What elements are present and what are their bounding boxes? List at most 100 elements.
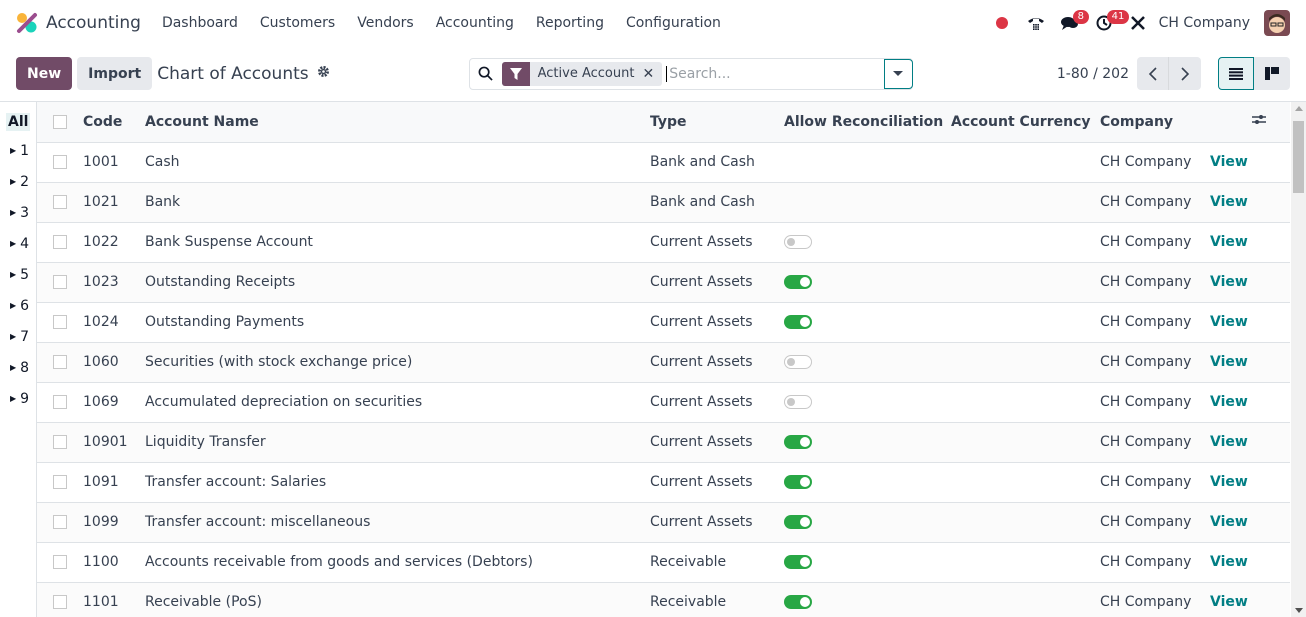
optional-columns-toggle-icon[interactable] <box>1252 113 1266 126</box>
row-checkbox[interactable] <box>53 235 67 249</box>
search-panel-group[interactable]: ▶ 6 <box>10 290 36 321</box>
remove-facet-close-icon[interactable]: ✕ <box>642 66 662 82</box>
view-button[interactable]: View <box>1210 554 1248 570</box>
search-panel-group[interactable]: ▶ 7 <box>10 321 36 352</box>
allow-reconciliation-toggle[interactable] <box>784 395 812 409</box>
vertical-scrollbar[interactable] <box>1291 102 1306 617</box>
column-header-account-name[interactable]: Account Name <box>145 102 650 143</box>
status-dot-icon[interactable] <box>985 8 1019 38</box>
menu-customers[interactable]: Customers <box>260 15 335 31</box>
menu-accounting[interactable]: Accounting <box>436 15 514 31</box>
view-button[interactable]: View <box>1210 314 1248 330</box>
row-checkbox[interactable] <box>53 395 67 409</box>
view-button[interactable]: View <box>1210 274 1248 290</box>
allow-reconciliation-toggle[interactable] <box>784 315 812 329</box>
table-row[interactable]: 1069 Accumulated depreciation on securiti… <box>37 382 1290 423</box>
cell-allow-reconciliation <box>784 142 951 183</box>
row-checkbox[interactable] <box>53 435 67 449</box>
view-button[interactable]: View <box>1210 154 1248 170</box>
pager-previous-button[interactable] <box>1137 57 1169 90</box>
app-brand[interactable]: Accounting <box>16 12 141 34</box>
table-row[interactable]: 1021 Bank Bank and Cash CH Company View <box>37 182 1290 223</box>
table-row[interactable]: 1101 Receivable (PoS) Receivable CH Company… <box>37 582 1290 617</box>
view-button[interactable]: View <box>1210 474 1248 490</box>
view-button[interactable]: View <box>1210 394 1248 410</box>
row-checkbox[interactable] <box>53 315 67 329</box>
select-all-checkbox[interactable] <box>53 114 67 129</box>
table-row[interactable]: 1024 Outstanding Payments Current Assets CH… <box>37 302 1290 343</box>
view-button[interactable]: View <box>1210 434 1248 450</box>
table-row[interactable]: 1023 Outstanding Receipts Current Assets CH… <box>37 262 1290 303</box>
search-panel-group[interactable]: ▶ 2 <box>10 166 36 197</box>
search-input[interactable] <box>666 65 884 82</box>
group-label: 9 <box>20 390 30 407</box>
row-checkbox[interactable] <box>53 155 67 169</box>
search-panel-group[interactable]: ▶ 4 <box>10 228 36 259</box>
view-button[interactable]: View <box>1210 234 1248 250</box>
search-panel-group[interactable]: ▶ 5 <box>10 259 36 290</box>
row-checkbox[interactable] <box>53 475 67 489</box>
scrollbar-thumb[interactable] <box>1293 121 1304 193</box>
search-panel-group[interactable]: ▶ 9 <box>10 383 36 414</box>
allow-reconciliation-toggle[interactable] <box>784 235 812 249</box>
activities-clock-icon[interactable]: 41 <box>1087 8 1130 38</box>
menu-vendors[interactable]: Vendors <box>357 15 413 31</box>
column-header-code[interactable]: Code <box>83 102 145 143</box>
table-row[interactable]: 10901 Liquidity Transfer Current Assets CH … <box>37 422 1290 463</box>
pager-next-button[interactable] <box>1169 57 1201 90</box>
search-options-dropdown-toggle[interactable] <box>883 58 913 89</box>
view-button[interactable]: View <box>1210 194 1248 210</box>
column-header-company[interactable]: Company <box>1100 102 1210 143</box>
row-checkbox[interactable] <box>53 595 67 609</box>
table-row[interactable]: 1100 Accounts receivable from goods and s… <box>37 542 1290 583</box>
allow-reconciliation-toggle[interactable] <box>784 275 812 289</box>
company-switcher[interactable]: CH Company <box>1159 15 1250 31</box>
view-button[interactable]: View <box>1210 354 1248 370</box>
view-button[interactable]: View <box>1210 514 1248 530</box>
column-header-account-currency[interactable]: Account Currency <box>951 102 1100 143</box>
allow-reconciliation-toggle[interactable] <box>784 515 812 529</box>
cell-type: Current Assets <box>650 422 784 463</box>
search-icon[interactable] <box>470 66 502 81</box>
table-row[interactable]: 1099 Transfer account: miscellaneous Curre… <box>37 502 1290 543</box>
import-button[interactable]: Import <box>77 57 153 90</box>
list-view-button[interactable] <box>1218 57 1254 90</box>
row-checkbox[interactable] <box>53 355 67 369</box>
table-row[interactable]: 1091 Transfer account: Salaries Current As… <box>37 462 1290 503</box>
allow-reconciliation-toggle[interactable] <box>784 355 812 369</box>
allow-reconciliation-toggle[interactable] <box>784 435 812 449</box>
row-checkbox[interactable] <box>53 555 67 569</box>
menu-configuration[interactable]: Configuration <box>626 15 721 31</box>
cell-type: Current Assets <box>650 302 784 343</box>
view-button[interactable]: View <box>1210 594 1248 610</box>
row-checkbox[interactable] <box>53 275 67 289</box>
phone-icon[interactable] <box>1019 8 1053 38</box>
row-checkbox[interactable] <box>53 195 67 209</box>
new-button[interactable]: New <box>16 57 73 90</box>
gear-icon[interactable] <box>317 65 330 82</box>
messages-icon[interactable]: 8 <box>1053 8 1090 38</box>
column-header-allow-reconciliation[interactable]: Allow Reconciliation <box>784 102 951 143</box>
cell-view: View <box>1210 142 1290 183</box>
search-panel-group[interactable]: ▶ 8 <box>10 352 36 383</box>
search-panel-group[interactable]: ▶ 3 <box>10 197 36 228</box>
search-panel-all[interactable]: All <box>6 113 30 131</box>
debug-tools-icon[interactable] <box>1121 8 1155 38</box>
user-avatar[interactable] <box>1264 10 1290 36</box>
allow-reconciliation-toggle[interactable] <box>784 475 812 489</box>
search-panel-group[interactable]: ▶ 1 <box>10 135 36 166</box>
scroll-down-arrow-icon[interactable] <box>1295 608 1303 613</box>
kanban-view-button[interactable] <box>1254 57 1290 90</box>
scroll-up-arrow-icon[interactable] <box>1295 106 1303 111</box>
row-checkbox[interactable] <box>53 515 67 529</box>
allow-reconciliation-toggle[interactable] <box>784 555 812 569</box>
allow-reconciliation-toggle[interactable] <box>784 595 812 609</box>
table-row[interactable]: 1001 Cash Bank and Cash CH Company View <box>37 142 1290 183</box>
pager-value[interactable]: 1-80 / 202 <box>1057 66 1129 82</box>
select-all-cell <box>37 102 83 143</box>
column-header-type[interactable]: Type <box>650 102 784 143</box>
menu-reporting[interactable]: Reporting <box>536 15 604 31</box>
menu-dashboard[interactable]: Dashboard <box>162 15 238 31</box>
table-row[interactable]: 1022 Bank Suspense Account Current Assets C… <box>37 222 1290 263</box>
table-row[interactable]: 1060 Securities (with stock exchange pric… <box>37 342 1290 383</box>
